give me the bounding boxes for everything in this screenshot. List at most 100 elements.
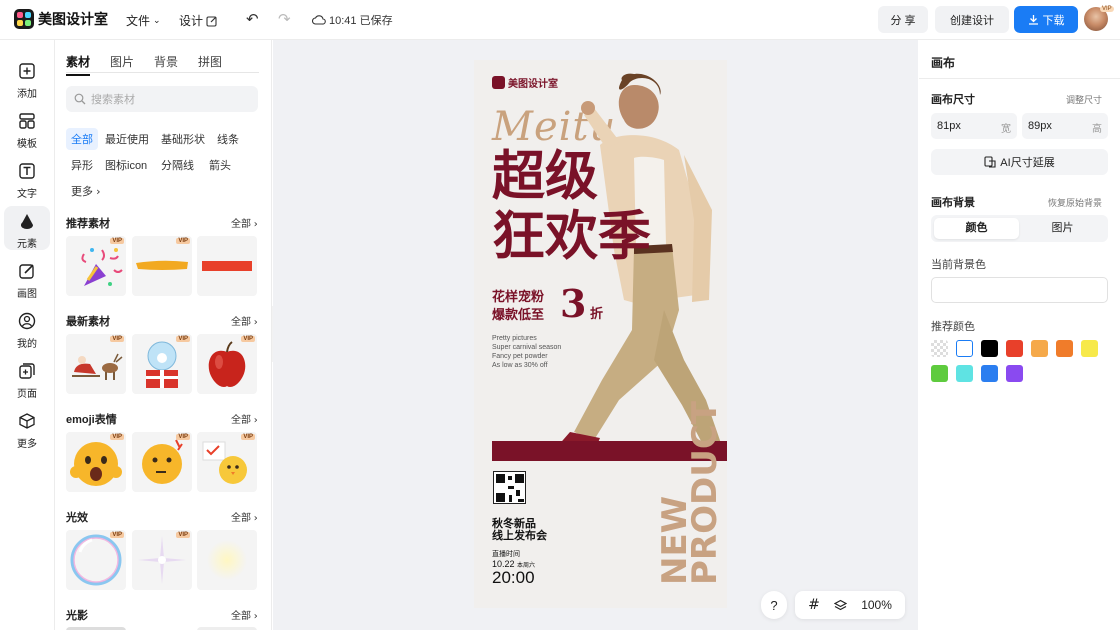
width-field[interactable]: 81px 宽 <box>931 113 1017 139</box>
asset-thumb-emoji-shocked[interactable]: VIP <box>66 432 126 492</box>
app-logo[interactable]: 美图设计室 <box>14 9 108 29</box>
color-swatch[interactable] <box>931 365 948 382</box>
canvas-size-label: 画布尺寸 <box>931 94 975 106</box>
color-swatch[interactable] <box>1081 340 1098 357</box>
asset-thumb-apple[interactable]: VIP <box>197 334 257 394</box>
rail-item-text[interactable]: 文字 <box>4 156 50 200</box>
color-swatch[interactable] <box>956 365 973 382</box>
asset-thumb-emoji-chick[interactable]: VIP <box>197 432 257 492</box>
section-title: 推荐素材 <box>66 218 110 230</box>
asset-thumb-glow[interactable] <box>197 530 257 590</box>
color-swatch[interactable] <box>1006 365 1023 382</box>
color-swatch[interactable] <box>956 340 973 357</box>
download-button[interactable]: 下载 <box>1014 6 1078 33</box>
chip-irregular[interactable]: 异形 <box>66 154 98 176</box>
rail-item-draw[interactable]: 画图 <box>4 256 50 300</box>
chip-dividers[interactable]: 分隔线 <box>156 154 199 176</box>
section-title: emoji表情 <box>66 414 117 426</box>
poster-canvas[interactable]: 美图设计室 Meitu 超级 狂欢季 花样宠粉 爆款低至 3 折 Pretty … <box>474 60 727 608</box>
file-menu-label: 文件 <box>126 14 151 28</box>
section-all-link[interactable]: 全部 › <box>231 313 258 328</box>
chip-more[interactable]: 更多 › <box>66 180 105 202</box>
file-menu[interactable]: 文件 ⌄ <box>126 12 161 29</box>
poster-headline-2[interactable]: 狂欢季 <box>492 210 651 263</box>
poster-event-title-2[interactable]: 线上发布会 <box>492 527 547 543</box>
color-swatch[interactable] <box>931 340 948 357</box>
poster-time[interactable]: 20:00 <box>492 568 535 588</box>
asset-thumb-sparkle[interactable]: VIP <box>132 530 192 590</box>
poster-english-line[interactable]: Pretty pictures <box>492 335 537 344</box>
height-field[interactable]: 89px 高 <box>1022 113 1108 139</box>
rail-item-mine[interactable]: 我的 <box>4 306 50 350</box>
rail-item-pages[interactable]: 页面 <box>4 356 50 400</box>
bg-type-image[interactable]: 图片 <box>1020 218 1105 239</box>
asset-thumb-brush-stroke[interactable]: VIP <box>132 236 192 296</box>
asset-thumb-snow-globe[interactable]: VIP <box>132 334 192 394</box>
ai-resize-button[interactable]: AI尺寸延展 <box>931 149 1108 175</box>
asset-thumb-bubble[interactable]: VIP <box>66 530 126 590</box>
help-button[interactable]: ? <box>761 591 787 619</box>
avatar[interactable]: VIP <box>1084 6 1114 31</box>
section-all-link[interactable]: 全部 › <box>231 607 258 622</box>
asset-thumb-sleigh[interactable]: VIP <box>66 334 126 394</box>
poster-discount-number[interactable]: 3 <box>560 281 586 326</box>
create-design-button[interactable]: 创建设计 <box>935 6 1009 33</box>
chip-all[interactable]: 全部 <box>66 128 98 150</box>
poster-offer-1[interactable]: 花样宠粉 <box>492 286 544 305</box>
chip-icons[interactable]: 图标icon <box>100 154 152 176</box>
poster-discount-unit[interactable]: 折 <box>590 303 603 322</box>
vip-badge: VIP <box>176 238 190 244</box>
section-all-link[interactable]: 全部 › <box>231 215 258 230</box>
apple-icon <box>208 341 246 387</box>
vip-badge: VIP <box>241 434 255 440</box>
color-swatch[interactable] <box>1031 340 1048 357</box>
chip-basic-shapes[interactable]: 基础形状 <box>156 128 210 150</box>
rail-item-add[interactable]: 添加 <box>4 56 50 100</box>
asset-thumb-party-popper[interactable]: VIP <box>66 236 126 296</box>
poster-english-line[interactable]: Super carnival season <box>492 344 561 353</box>
design-menu[interactable]: 设计 <box>179 12 218 29</box>
current-bg-swatch[interactable] <box>931 277 1108 303</box>
chip-arrows[interactable]: 箭头 <box>204 154 236 176</box>
snow-globe-gift-icon <box>146 341 178 388</box>
top-bar: 美图设计室 文件 ⌄ 设计 ↶ ↷ 10:41 已保存 分 享 创建设计 下载 … <box>0 0 1120 40</box>
section-all-link[interactable]: 全部 › <box>231 411 258 426</box>
template-icon <box>19 113 35 129</box>
restore-bg-link[interactable]: 恢复原始背景 <box>1048 196 1102 209</box>
asset-thumb-red-bar[interactable] <box>197 236 257 296</box>
recommend-colors-label: 推荐颜色 <box>931 321 975 333</box>
poster-offer-2[interactable]: 爆款低至 <box>492 304 544 323</box>
undo-icon[interactable]: ↶ <box>246 10 259 28</box>
chevron-right-icon: › <box>253 317 258 328</box>
bg-type-color[interactable]: 颜色 <box>934 218 1019 239</box>
share-button[interactable]: 分 享 <box>878 6 928 33</box>
section-all-link[interactable]: 全部 › <box>231 509 258 524</box>
color-swatch[interactable] <box>1056 340 1073 357</box>
color-swatch[interactable] <box>981 365 998 382</box>
poster-qr-code[interactable] <box>493 471 526 504</box>
grid-icon[interactable]: # <box>808 597 820 613</box>
chevron-right-icon: › <box>253 611 258 622</box>
search-input[interactable]: 搜索素材 <box>66 86 258 112</box>
color-swatch[interactable] <box>981 340 998 357</box>
rail-item-more[interactable]: 更多 <box>4 406 50 450</box>
rail-label: 元素 <box>17 239 37 250</box>
height-unit: 高 <box>1092 124 1102 135</box>
redo-icon[interactable]: ↷ <box>278 10 291 28</box>
poster-english-line[interactable]: Fancy pet powder <box>492 353 548 362</box>
cube-icon <box>19 413 35 429</box>
poster-time-label[interactable]: 直播时间 <box>492 549 520 559</box>
color-swatch[interactable] <box>1006 340 1023 357</box>
chip-lines[interactable]: 线条 <box>212 128 244 150</box>
poster-headline-1[interactable]: 超级 <box>492 150 598 203</box>
chip-recent[interactable]: 最近使用 <box>100 128 154 150</box>
poster-english-line[interactable]: As low as 30% off <box>492 362 548 371</box>
rail-item-templates[interactable]: 模板 <box>4 106 50 150</box>
asset-thumb-emoji-thinking[interactable]: VIP <box>132 432 192 492</box>
rail-item-elements[interactable]: 元素 <box>4 206 50 250</box>
adjust-size-link[interactable]: 调整尺寸 <box>1066 93 1102 106</box>
poster-vertical-text[interactable]: NEW PRODUCT <box>655 401 725 585</box>
edit-icon <box>206 15 217 27</box>
layers-icon[interactable] <box>834 599 848 612</box>
zoom-level[interactable]: 100% <box>861 598 892 612</box>
